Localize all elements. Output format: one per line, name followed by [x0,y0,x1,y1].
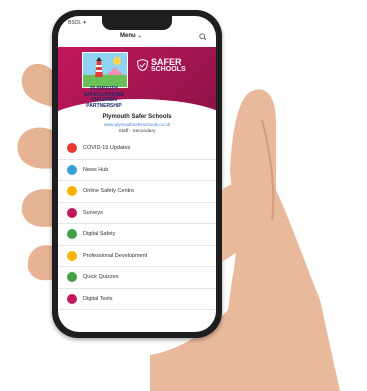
graduation-icon [67,250,77,261]
phone-notch [102,16,172,30]
news-icon [67,164,77,175]
menu-item-quick-quizzes[interactable]: Quick Quizzes [58,267,216,289]
menu-item-label: COVID-19 Updates [83,145,131,151]
menu-item-label: Digital Tests [83,295,113,302]
org-subtitle: Staff - Secondary [118,129,156,134]
menu-item-covid-updates[interactable]: COVID-19 Updates [58,138,216,160]
phone-frame: BSOL ✦ Menu ⌄ PLYMOUTH SAFEGUARDING CHIL… [52,10,222,338]
plymouth-logo-text: PLYMOUTH SAFEGUARDING CHILDREN PARTNERSH… [83,86,125,109]
menu-item-surveys[interactable]: Surveys [58,203,216,224]
menu-item-professional-development[interactable]: Professional Development [58,246,216,267]
search-icon[interactable] [199,33,207,41]
test-icon [67,293,77,304]
carrier-label: BSOL ✦ [68,20,87,26]
menu-list: COVID-19 Updates News Hub Online Safety … [58,138,216,310]
virus-icon [67,143,77,153]
menu-item-label: Quick Quizzes [83,274,119,280]
brand-line-2: SCHOOLS [151,66,186,73]
top-bar: Menu ⌄ [58,31,216,45]
survey-icon [67,207,77,218]
plymouth-logo [82,52,128,88]
menu-item-digital-tests[interactable]: Digital Tests [58,289,216,310]
menu-dropdown-button[interactable]: Menu ⌄ [120,33,142,39]
menu-label: Menu [120,33,136,39]
menu-item-news-hub[interactable]: News Hub [58,160,216,181]
menu-item-label: Online Safety Centre [83,188,135,194]
shield-icon [67,186,77,196]
menu-item-label: Professional Development [83,252,148,259]
quiz-icon [67,272,77,282]
digital-safety-icon [67,229,77,239]
menu-item-label: Digital Safety [83,231,116,237]
lighthouse-icon [83,53,127,87]
menu-item-label: News Hub [83,166,109,173]
menu-item-label: Surveys [83,209,103,216]
org-title: Plymouth Safer Schools [102,114,172,120]
hero-banner: PLYMOUTH SAFEGUARDING CHILDREN PARTNERSH… [58,47,216,159]
phone-screen: BSOL ✦ Menu ⌄ PLYMOUTH SAFEGUARDING CHIL… [58,16,216,332]
org-website-link[interactable]: www.plymouthsaferschools.co.uk [58,122,216,127]
safer-schools-shield-icon [137,59,148,71]
menu-item-digital-safety[interactable]: Digital Safety [58,224,216,246]
chevron-down-icon: ⌄ [137,33,142,39]
menu-item-online-safety-centre[interactable]: Online Safety Centre [58,181,216,203]
